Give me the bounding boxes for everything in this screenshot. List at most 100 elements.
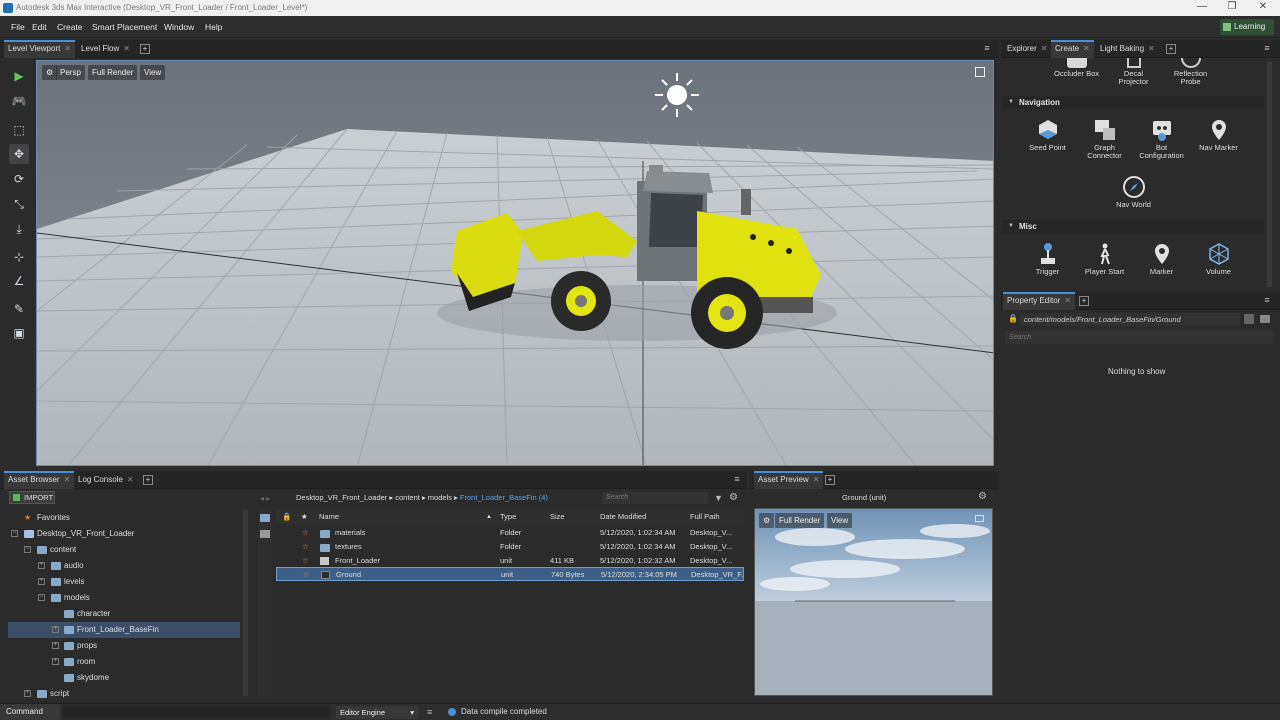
expand-icon[interactable]: +	[38, 562, 45, 569]
tree-item-levels[interactable]: + levels	[8, 574, 240, 590]
camera-icon[interactable]	[975, 515, 984, 522]
entity-trigger[interactable]: Trigger	[1019, 242, 1076, 276]
tab-level-flow[interactable]: Level Flow ✕	[77, 40, 134, 58]
add-tab-button[interactable]: +	[1166, 44, 1176, 54]
tree-item-props[interactable]: + props	[8, 638, 240, 654]
tree-item-character[interactable]: character	[8, 606, 240, 622]
breadcrumb-item[interactable]: content	[395, 493, 420, 502]
nav-back-icon[interactable]: ◂ ▸	[260, 494, 270, 503]
property-search-input[interactable]: Search	[1005, 331, 1273, 344]
close-icon[interactable]: ✕	[813, 475, 820, 484]
menu-smart-placement[interactable]: Smart Placement	[92, 22, 157, 32]
tree-item-project[interactable]: − Desktop_VR_Front_Loader	[8, 526, 240, 542]
add-tab-button[interactable]: +	[825, 475, 835, 485]
preview-view-button[interactable]: View	[827, 513, 853, 528]
close-icon[interactable]: ✕	[123, 44, 130, 53]
measure-icon[interactable]: ∠	[9, 271, 29, 291]
entity-nav-marker[interactable]: Nav Marker	[1190, 118, 1247, 152]
filter-icon[interactable]: ▼	[714, 493, 723, 503]
favorite-star-icon[interactable]: ☆	[302, 540, 309, 554]
close-button[interactable]: ✕	[1247, 0, 1279, 16]
viewport-settings-button[interactable]: ⚙	[42, 65, 58, 80]
gear-icon[interactable]: ⚙	[729, 492, 738, 503]
close-icon[interactable]: ✕	[127, 475, 134, 484]
maximize-viewport-icon[interactable]	[975, 67, 985, 77]
learning-button[interactable]: Learning	[1220, 19, 1274, 35]
favorite-star-icon[interactable]: ☆	[302, 554, 309, 568]
close-icon[interactable]: ✕	[64, 475, 71, 484]
tree-scrollbar[interactable]	[243, 510, 248, 696]
lock-icon[interactable]: 🔒	[1008, 314, 1018, 324]
asset-preview-image[interactable]	[754, 508, 993, 696]
table-row[interactable]: ☆ textures Folder 5/12/2020, 1:02:34 AM …	[276, 540, 744, 554]
full-render-button[interactable]: Full Render	[88, 65, 138, 80]
scale-icon[interactable]: ⤡	[9, 194, 29, 214]
view-button[interactable]: View	[140, 65, 166, 80]
menu-create[interactable]: Create	[57, 22, 83, 32]
folder-icon[interactable]	[1260, 315, 1270, 323]
table-row-selected[interactable]: ☆ Ground unit 740 Bytes 5/12/2020, 2:34:…	[276, 567, 744, 581]
entity-bot-configuration[interactable]: Bot Configuration	[1133, 118, 1190, 160]
perspective-button[interactable]: Persp	[56, 65, 85, 80]
menu-window[interactable]: Window	[164, 22, 194, 32]
menu-file[interactable]: File	[11, 22, 25, 32]
category-misc[interactable]: ▼ Misc	[1002, 220, 1264, 233]
close-icon[interactable]: ✕	[1064, 296, 1071, 305]
tree-item-front-loader-basefin[interactable]: + Front_Loader_BaseFin	[8, 622, 240, 638]
entity-nav-world[interactable]: Nav World	[1105, 175, 1162, 209]
tree-item-models[interactable]: − models	[8, 590, 240, 606]
tab-asset-preview[interactable]: Asset Preview ✕	[754, 471, 824, 489]
play-icon[interactable]: ▶	[9, 66, 29, 86]
table-row[interactable]: ☆ Front_Loader unit 411 KB 5/12/2020, 1:…	[276, 554, 744, 568]
category-navigation[interactable]: ▼ Navigation	[1002, 96, 1264, 109]
add-tab-button[interactable]: +	[140, 44, 150, 54]
entity-decal-projector[interactable]: Decal Projector	[1105, 58, 1162, 86]
tree-item-audio[interactable]: + audio	[8, 558, 240, 574]
expand-icon[interactable]: +	[38, 578, 45, 585]
level-viewport[interactable]	[36, 60, 994, 466]
column-type[interactable]: Type	[500, 510, 516, 524]
select-icon[interactable]: ⬚	[9, 120, 29, 140]
expand-icon[interactable]: −	[38, 594, 45, 601]
paint-icon[interactable]: ✎	[9, 299, 29, 319]
entity-reflection-probe[interactable]: Reflection Probe	[1162, 58, 1219, 86]
expand-icon[interactable]: +	[24, 690, 31, 697]
entity-seed-point[interactable]: Seed Point	[1019, 118, 1076, 152]
expand-icon[interactable]: −	[11, 530, 18, 537]
tab-asset-browser[interactable]: Asset Browser ✕	[4, 471, 75, 489]
rotate-icon[interactable]: ⟳	[9, 169, 29, 189]
breadcrumb-item[interactable]: Desktop_VR_Front_Loader	[296, 493, 387, 502]
tab-log-console[interactable]: Log Console ✕	[74, 471, 138, 489]
add-tab-button[interactable]: +	[143, 475, 153, 485]
column-name[interactable]: Name	[319, 510, 339, 524]
column-date-modified[interactable]: Date Modified	[600, 510, 646, 524]
entity-volume[interactable]: Volume	[1190, 242, 1247, 276]
list-view-icon[interactable]	[260, 530, 270, 538]
close-icon[interactable]: ✕	[1083, 44, 1090, 53]
minimize-button[interactable]: —	[1186, 0, 1218, 16]
snap-icon[interactable]: ⊹	[9, 247, 29, 267]
entity-occluder-box[interactable]: Occluder Box	[1048, 58, 1105, 78]
expand-icon[interactable]: −	[24, 546, 31, 553]
expand-icon[interactable]: +	[52, 642, 59, 649]
panel-menu-icon[interactable]: ≡	[1263, 44, 1271, 53]
entity-marker[interactable]: Marker	[1133, 242, 1190, 276]
menu-list-icon[interactable]: ≡	[427, 707, 432, 717]
breadcrumb-item[interactable]: models	[428, 493, 452, 502]
tree-item-room[interactable]: + room	[8, 654, 240, 670]
entity-graph-connector[interactable]: Graph Connector	[1076, 118, 1133, 160]
preview-full-render-button[interactable]: Full Render	[775, 513, 825, 528]
maximize-button[interactable]: ❐	[1216, 0, 1248, 16]
tree-item-content[interactable]: − content	[8, 542, 240, 558]
command-input[interactable]	[62, 706, 330, 718]
table-row[interactable]: ☆ materials Folder 5/12/2020, 1:02:34 AM…	[276, 526, 744, 540]
gear-icon[interactable]: ⚙	[978, 491, 987, 502]
panel-menu-icon[interactable]: ≡	[1263, 296, 1271, 305]
property-path-field[interactable]: content/models/Front_Loader_BaseFin/Grou…	[1020, 313, 1240, 326]
column-full-path[interactable]: Full Path	[690, 510, 720, 524]
panel-menu-icon[interactable]: ≡	[983, 44, 991, 53]
tree-item-script[interactable]: + script	[8, 686, 240, 698]
move-icon[interactable]: ✥	[9, 144, 29, 164]
import-button[interactable]: IMPORT	[9, 491, 55, 504]
asset-search-input[interactable]: Search	[602, 492, 708, 504]
